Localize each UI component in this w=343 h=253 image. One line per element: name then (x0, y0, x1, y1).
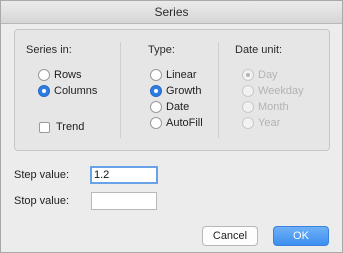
stop-value-input[interactable] (91, 192, 157, 210)
cancel-button[interactable]: Cancel (202, 226, 258, 246)
checkbox-icon (39, 121, 50, 133)
option-label: Linear (166, 69, 197, 81)
series-in-rows-radio[interactable]: Rows (38, 68, 82, 82)
radio-icon (242, 85, 254, 97)
type-autofill-radio[interactable]: AutoFill (150, 116, 203, 130)
stop-value-label: Stop value: (14, 195, 70, 207)
trend-checkbox[interactable]: Trend (39, 120, 84, 134)
option-label: Rows (54, 69, 82, 81)
step-value-input[interactable] (90, 166, 158, 184)
option-label: Weekday (258, 85, 304, 97)
type-linear-radio[interactable]: Linear (150, 68, 197, 82)
radio-icon (242, 101, 254, 113)
options-group: Series in: Rows Columns Trend Type: Line… (14, 29, 330, 151)
radio-selected-icon (150, 85, 162, 97)
column-divider (120, 42, 121, 138)
type-date-radio[interactable]: Date (150, 100, 189, 114)
type-heading: Type: (148, 44, 175, 56)
series-in-columns-radio[interactable]: Columns (38, 84, 97, 98)
column-divider (218, 42, 219, 138)
radio-icon (150, 101, 162, 113)
option-label: Date (166, 101, 190, 113)
option-label: Year (258, 117, 281, 129)
radio-icon (150, 117, 162, 129)
radio-selected-icon (38, 85, 50, 97)
radio-icon (38, 69, 50, 81)
ok-button[interactable]: OK (273, 226, 329, 246)
date-unit-day-radio: Day (242, 68, 278, 82)
dialog-title: Series (1, 1, 342, 24)
option-label: Trend (56, 121, 85, 133)
step-value-label: Step value: (14, 169, 70, 181)
radio-icon (150, 69, 162, 81)
date-unit-month-radio: Month (242, 100, 289, 114)
option-label: Columns (54, 85, 98, 97)
radio-selected-icon (242, 69, 254, 81)
date-unit-year-radio: Year (242, 116, 280, 130)
series-dialog: Series Series in: Rows Columns Trend Typ… (0, 0, 343, 253)
type-growth-radio[interactable]: Growth (150, 84, 201, 98)
series-in-heading: Series in: (26, 44, 72, 56)
option-label: Month (258, 101, 289, 113)
date-unit-weekday-radio: Weekday (242, 84, 304, 98)
option-label: AutoFill (166, 117, 203, 129)
date-unit-heading: Date unit: (235, 44, 283, 56)
option-label: Day (258, 69, 278, 81)
option-label: Growth (166, 85, 202, 97)
radio-icon (242, 117, 254, 129)
